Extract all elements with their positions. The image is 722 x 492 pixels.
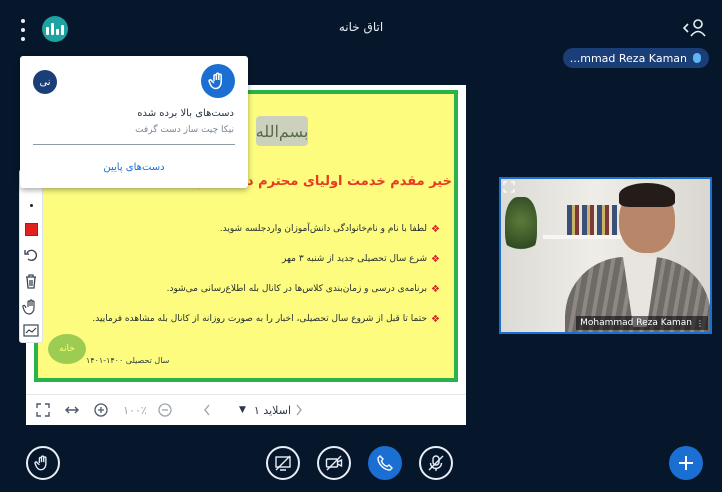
previous-slide-icon[interactable] <box>202 402 212 418</box>
bullet-star-icon: ❖ <box>431 283 440 295</box>
slide-bullet: ❖ حتما تا قبل از شروع سال تحصیلی، اخبار ر… <box>92 313 440 325</box>
presenter-name: ...mmad Reza Kaman <box>569 51 687 65</box>
divider <box>33 144 235 145</box>
color-picker-red[interactable] <box>22 220 40 238</box>
expand-video-icon[interactable] <box>503 181 515 193</box>
raise-hand-button[interactable] <box>26 446 60 480</box>
video-books <box>567 205 617 235</box>
bullet-star-icon: ❖ <box>431 223 440 235</box>
popup-title: دست‌های بالا برده شده <box>137 108 234 119</box>
webcam-video[interactable]: Mohammad Reza Kaman ⋮ <box>499 177 712 334</box>
bullet-star-icon: ❖ <box>431 313 440 325</box>
bullet-star-icon: ❖ <box>431 253 440 265</box>
undo-icon[interactable] <box>22 246 40 264</box>
zoom-in-icon[interactable] <box>94 402 108 418</box>
video-plant <box>505 197 537 257</box>
user-list-toggle-icon[interactable] <box>682 17 708 39</box>
slide-bullet: ❖ برنامه‌ی درسی و زمان‌بندی کلاس‌ها در کا… <box>166 283 440 295</box>
zoom-out-icon[interactable] <box>158 402 172 418</box>
screen-share-button[interactable] <box>266 446 300 480</box>
raised-hands-popup: نی دست‌های بالا برده شده نیکا چیت ساز دس… <box>20 56 248 188</box>
multi-user-whiteboard-icon[interactable] <box>22 322 40 340</box>
popup-subtitle: نیکا چیت ساز دست گرفت <box>135 125 234 135</box>
screen-share-off-icon <box>275 455 291 471</box>
presentation-toolbar: ۱۰۰٪ ▼ اسلاید ۱ <box>26 394 466 425</box>
slide-select-label: اسلاید ۱ <box>253 403 291 417</box>
whiteboard-tools <box>20 170 42 342</box>
pen-size-dot-icon[interactable] <box>22 196 40 214</box>
zoom-level: ۱۰۰٪ <box>123 403 147 417</box>
webcam-name-label: Mohammad Reza Kaman ⋮ <box>576 316 708 330</box>
trash-icon[interactable] <box>22 272 40 290</box>
slide-bullet: ❖ لطفا با نام و نام‌خانوادگی دانش‌آموزان … <box>219 223 440 235</box>
slide-bullet: ❖ شرع سال تحصیلی جدید از شنبه ۳ مهر <box>282 253 440 265</box>
leave-audio-button[interactable] <box>368 446 402 480</box>
basmala-calligraphy: بسم‌الله <box>256 116 308 146</box>
plus-icon <box>679 456 693 470</box>
hand-pan-icon[interactable] <box>22 298 40 316</box>
fit-width-icon[interactable] <box>64 402 80 418</box>
avatar: نی <box>33 70 57 94</box>
lower-hands-button[interactable]: دست‌های پایین <box>20 162 248 173</box>
fullscreen-icon[interactable] <box>36 402 50 418</box>
mic-off-icon <box>428 455 444 471</box>
room-title: اتاق خانه <box>338 20 384 34</box>
video-off-icon <box>325 455 343 471</box>
more-options-icon[interactable]: ⋮ <box>696 319 704 328</box>
microphone-icon <box>693 53 701 63</box>
next-slide-icon[interactable] <box>294 402 304 418</box>
school-logo: خانه <box>48 334 86 364</box>
hand-icon <box>34 455 47 471</box>
slide-bullets: ❖ لطفا با نام و نام‌خانوادگی دانش‌آموزان … <box>92 214 440 334</box>
school-year: سال تحصیلی ۱۴۰۰-۱۴۰۱ <box>86 356 170 365</box>
microphone-button[interactable] <box>419 446 453 480</box>
actions-plus-button[interactable] <box>669 446 703 480</box>
chevron-down-icon: ▼ <box>238 405 246 415</box>
phone-icon <box>377 455 393 471</box>
video-shelf <box>543 235 623 239</box>
video-person-hair <box>619 183 675 207</box>
raise-hand-icon <box>201 64 235 98</box>
presenter-name-pill[interactable]: ...mmad Reza Kaman <box>563 48 709 68</box>
camera-button[interactable] <box>317 446 351 480</box>
